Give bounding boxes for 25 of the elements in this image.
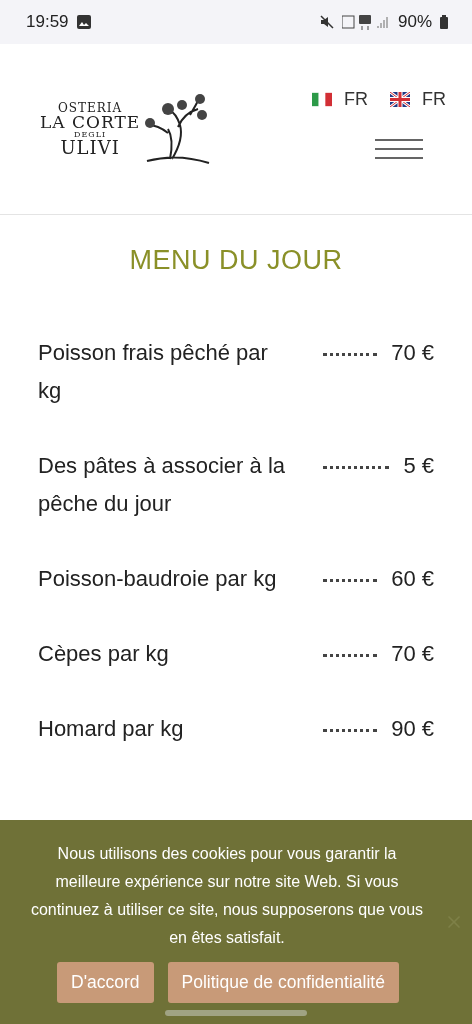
dish-price: 5 € xyxy=(403,452,434,480)
dish-name: Des pâtes à associer à la pêche du jour xyxy=(38,452,287,518)
menu-icon[interactable] xyxy=(374,137,424,160)
menu-title: MENU DU JOUR xyxy=(128,245,344,276)
cookie-message: Nous utilisons des cookies pour vous garantir la meilleure expérience sur notre site Web. Si vous continuez à utiliser ce site, nous supposerons que vous en êtes satisfait. xyxy=(29,844,425,948)
logo: OSTERIA LA CORTE DEGLI ULIVI xyxy=(40,101,141,157)
dish-price: 70 € xyxy=(391,640,434,668)
network-icon xyxy=(341,14,390,30)
dish-name: Homard par kg xyxy=(38,715,185,743)
clock: 19:59 xyxy=(26,12,69,32)
italy-flag-icon xyxy=(312,91,332,107)
dish-name: Cèpes par kg xyxy=(38,640,170,668)
mute-icon xyxy=(319,15,334,29)
battery-icon xyxy=(440,15,448,29)
language-link[interactable]: FR xyxy=(312,88,368,110)
dish-price: 90 € xyxy=(391,715,434,743)
image-icon xyxy=(76,15,91,29)
uk-flag-icon xyxy=(390,91,410,107)
dish-price: 70 € xyxy=(391,339,434,367)
language-link[interactable]: FR xyxy=(390,88,446,110)
gesture-handle[interactable] xyxy=(165,1010,307,1016)
battery-level: 90% xyxy=(397,12,432,32)
dish-name: Poisson-baudroie par kg xyxy=(38,565,278,593)
dish-name: Poisson frais pêché par kg xyxy=(38,339,269,405)
dish-price: 60 € xyxy=(391,565,434,593)
